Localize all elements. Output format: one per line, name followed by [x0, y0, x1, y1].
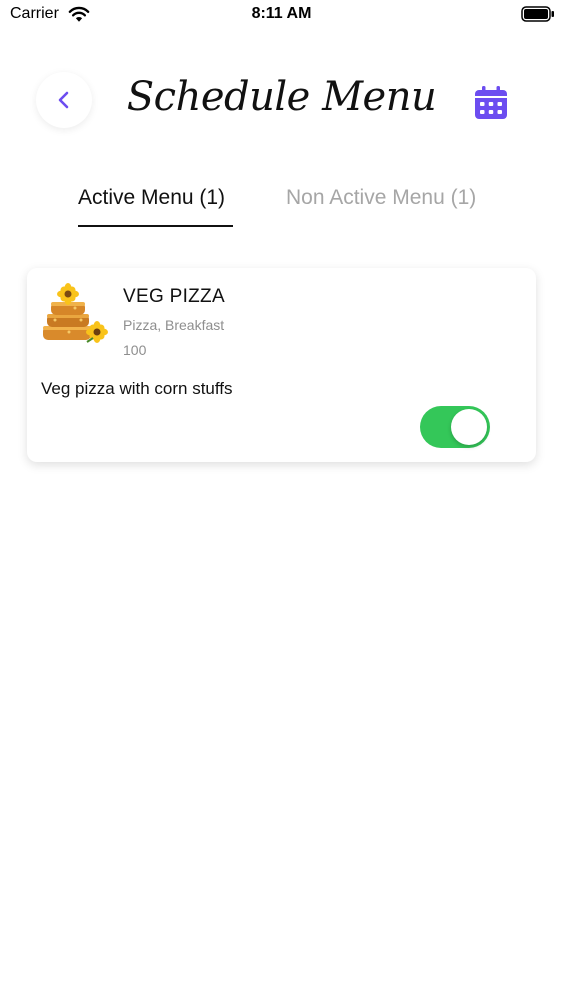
toggle-knob — [451, 409, 487, 445]
battery-full-icon — [521, 6, 554, 22]
menu-tabs: Active Menu (1) Non Active Menu (1) — [0, 180, 563, 230]
calendar-icon[interactable] — [472, 84, 510, 122]
tab-non-active-menu[interactable]: Non Active Menu (1) — [286, 186, 476, 210]
active-toggle[interactable] — [420, 406, 490, 448]
food-image — [43, 283, 108, 343]
menu-item-price: 100 — [123, 342, 147, 358]
active-tab-indicator — [78, 225, 233, 227]
schedule-menu-screen: Carrier 8:11 AM Schedule Menu Active Men… — [0, 0, 563, 1000]
menu-item-description: Veg pizza with corn stuffs — [41, 379, 233, 398]
status-bar: Carrier 8:11 AM — [0, 0, 563, 30]
tab-active-menu[interactable]: Active Menu (1) — [78, 186, 225, 210]
clock: 8:11 AM — [251, 5, 312, 22]
menu-item-card[interactable]: VEG PIZZA Pizza, Breakfast 100 Veg pizza… — [27, 268, 536, 462]
menu-item-categories: Pizza, Breakfast — [123, 317, 225, 333]
menu-item-name: VEG PIZZA — [123, 286, 225, 307]
